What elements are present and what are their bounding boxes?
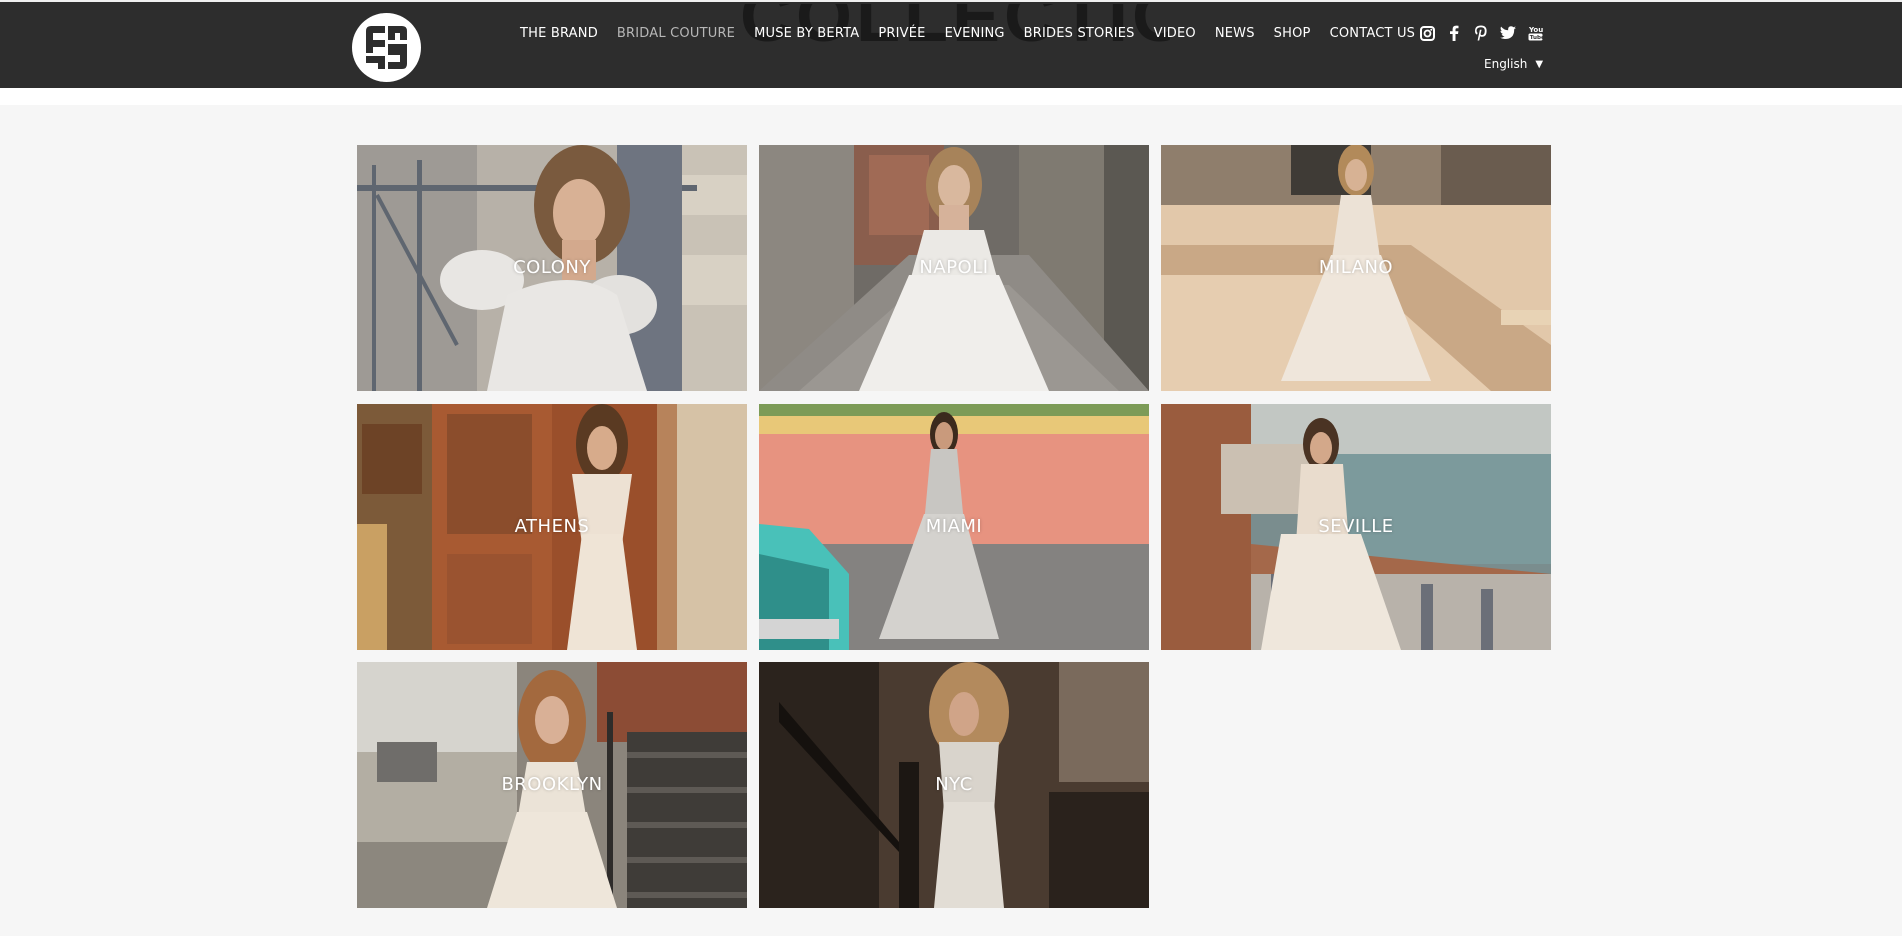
collection-label: NYC xyxy=(935,774,973,795)
main-nav: THE BRAND BRIDAL COUTURE MUSE BY BERTA P… xyxy=(520,22,1434,44)
social-links: You Tube xyxy=(1418,22,1553,44)
instagram-icon[interactable] xyxy=(1418,24,1436,42)
nav-item-muse-by-berta[interactable]: MUSE BY BERTA xyxy=(754,26,859,41)
collection-tile-milano[interactable]: MILANO xyxy=(1161,145,1551,391)
page-title-ghost: COLLECTIONS xyxy=(740,4,1170,57)
collection-label: COLONY xyxy=(513,257,591,278)
facebook-icon[interactable] xyxy=(1445,24,1463,42)
collection-label: NAPOLI xyxy=(919,257,989,278)
collection-tile-athens[interactable]: ATHENS xyxy=(357,404,747,650)
svg-text:You: You xyxy=(1528,26,1543,34)
nav-item-the-brand[interactable]: THE BRAND xyxy=(520,26,598,41)
collection-label: SEVILLE xyxy=(1318,516,1394,537)
youtube-icon[interactable]: You Tube xyxy=(1526,24,1544,42)
collection-tile-brooklyn[interactable]: BROOKLYN xyxy=(357,662,747,908)
nav-item-brides-stories[interactable]: BRIDES STORIES xyxy=(1024,26,1135,41)
nav-item-news[interactable]: NEWS xyxy=(1215,26,1255,41)
nav-item-video[interactable]: VIDEO xyxy=(1154,26,1196,41)
twitter-icon[interactable] xyxy=(1499,24,1517,42)
collection-tile-nyc[interactable]: NYC xyxy=(759,662,1149,908)
berta-logo-icon xyxy=(352,13,421,82)
header-divider-strip xyxy=(0,88,1902,105)
collection-label: MILANO xyxy=(1318,257,1394,278)
language-selector[interactable]: English ▼ xyxy=(1484,57,1543,71)
nav-item-bridal-couture[interactable]: BRIDAL COUTURE xyxy=(617,26,735,41)
svg-text:Tube: Tube xyxy=(1529,35,1542,41)
nav-item-privee[interactable]: PRIVÉE xyxy=(878,26,925,41)
collection-tile-miami[interactable]: MIAMI xyxy=(759,404,1149,650)
berta-logo[interactable] xyxy=(352,13,421,82)
collection-tile-colony[interactable]: COLONY xyxy=(357,145,747,391)
caret-down-icon: ▼ xyxy=(1535,58,1544,70)
language-label: English xyxy=(1484,57,1528,71)
collection-label: ATHENS xyxy=(514,516,590,537)
pinterest-icon[interactable] xyxy=(1472,24,1490,42)
collection-label: MIAMI xyxy=(925,516,983,537)
site-header: COLLECTIONS THE BRAND BRIDAL COUTURE MUS… xyxy=(0,0,1902,88)
nav-item-evening[interactable]: EVENING xyxy=(945,26,1005,41)
collection-tile-seville[interactable]: SEVILLE xyxy=(1161,404,1551,650)
collection-label: BROOKLYN xyxy=(501,774,603,795)
collection-tile-napoli[interactable]: NAPOLI xyxy=(759,145,1149,391)
nav-item-contact-us[interactable]: CONTACT US xyxy=(1330,26,1416,41)
nav-item-shop[interactable]: SHOP xyxy=(1274,26,1311,41)
